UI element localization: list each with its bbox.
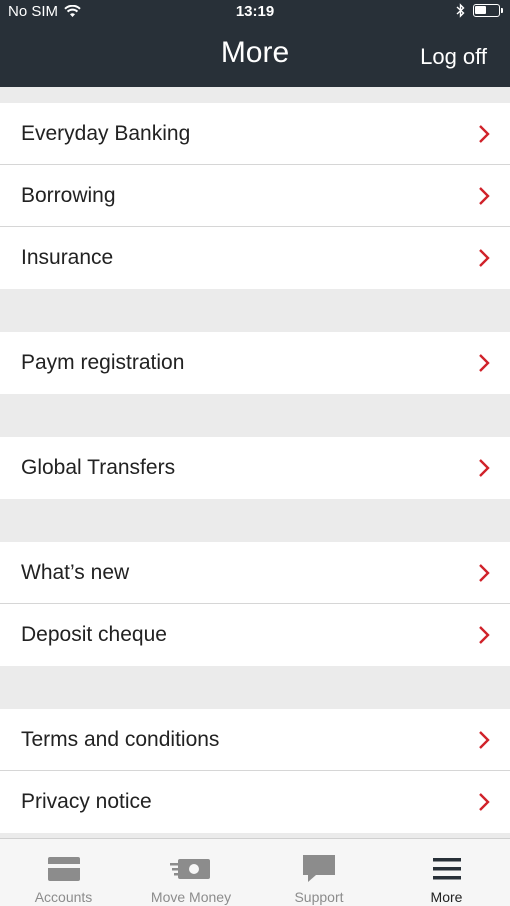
menu-item-insurance[interactable]: Insurance <box>0 227 510 289</box>
chevron-right-icon <box>479 125 490 143</box>
chevron-right-icon <box>479 564 490 582</box>
section-separator <box>0 666 510 709</box>
money-icon <box>170 859 210 879</box>
header-bar: No SIM 13:19 More Log off <box>0 0 510 87</box>
tab-label: Support <box>294 889 344 905</box>
section-separator <box>0 289 510 332</box>
menu-item-borrowing[interactable]: Borrowing <box>0 165 510 227</box>
tab-support[interactable]: Support <box>255 839 383 906</box>
menu-item-label: Global Transfers <box>21 456 176 479</box>
chevron-right-icon <box>479 731 490 749</box>
menu-item-label: Borrowing <box>21 184 116 207</box>
menu-item-label: Deposit cheque <box>21 623 167 646</box>
battery-icon <box>473 4 503 17</box>
section-separator <box>0 87 510 103</box>
menu-item-label: Terms and conditions <box>21 728 220 751</box>
menu-item-privacy-notice[interactable]: Privacy notice <box>0 771 510 833</box>
menu-icon <box>432 858 461 880</box>
menu-item-label: What’s new <box>21 561 130 584</box>
chevron-right-icon <box>479 793 490 811</box>
card-icon <box>47 857 80 881</box>
tab-more[interactable]: More <box>383 839 510 906</box>
section-separator <box>0 394 510 437</box>
section-separator <box>0 499 510 542</box>
chevron-right-icon <box>479 249 490 267</box>
menu-item-whats-new[interactable]: What’s new <box>0 542 510 604</box>
menu-item-everyday-banking[interactable]: Everyday Banking <box>0 103 510 165</box>
tab-move-money[interactable]: Move Money <box>127 839 255 906</box>
chevron-right-icon <box>479 459 490 477</box>
logoff-button[interactable]: Log off <box>420 44 487 70</box>
menu-list: Everyday Banking Borrowing Insurance Pay… <box>0 87 510 833</box>
tab-accounts[interactable]: Accounts <box>0 839 127 906</box>
menu-item-terms-and-conditions[interactable]: Terms and conditions <box>0 709 510 771</box>
menu-item-label: Everyday Banking <box>21 122 191 145</box>
menu-item-deposit-cheque[interactable]: Deposit cheque <box>0 604 510 666</box>
bluetooth-icon <box>456 3 465 18</box>
menu-item-label: Privacy notice <box>21 790 152 813</box>
status-bar: No SIM 13:19 <box>0 0 510 24</box>
chat-bubble-icon <box>303 855 335 882</box>
tab-label: Accounts <box>34 889 93 905</box>
chevron-right-icon <box>479 626 490 644</box>
menu-item-global-transfers[interactable]: Global Transfers <box>0 437 510 499</box>
menu-item-label: Paym registration <box>21 351 185 374</box>
clock: 13:19 <box>235 3 275 20</box>
chevron-right-icon <box>479 187 490 205</box>
tab-label: More <box>430 889 463 905</box>
menu-item-label: Insurance <box>21 246 114 269</box>
tab-bar: Accounts Move Money Support More <box>0 838 510 906</box>
tab-label: Move Money <box>150 889 232 905</box>
chevron-right-icon <box>479 354 490 372</box>
menu-item-paym-registration[interactable]: Paym registration <box>0 332 510 394</box>
